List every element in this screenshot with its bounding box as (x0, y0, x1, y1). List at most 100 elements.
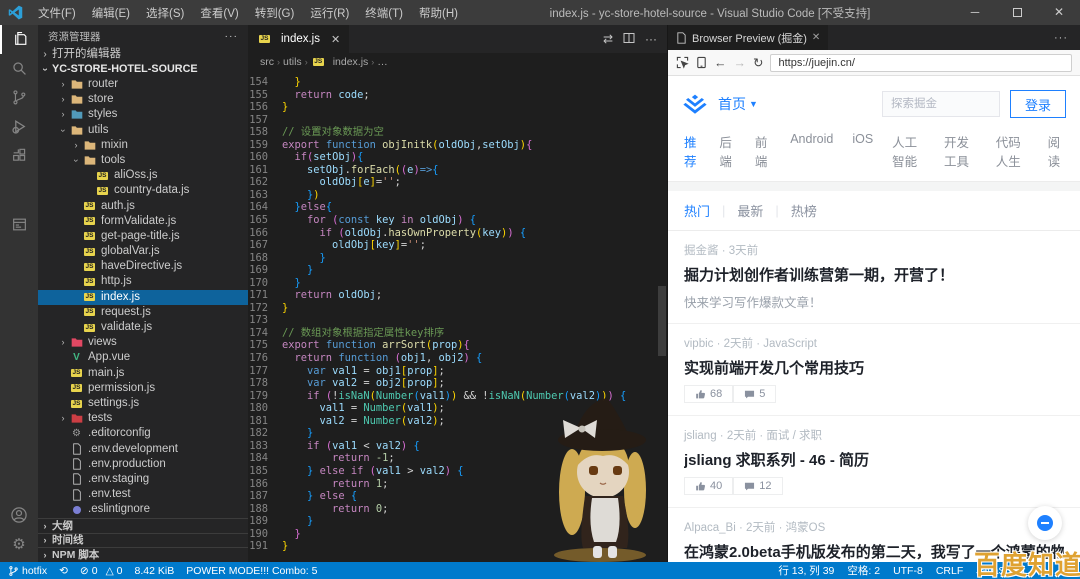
run-debug-icon[interactable] (0, 112, 38, 141)
search-icon[interactable] (0, 54, 38, 83)
tab-browser-preview[interactable]: Browser Preview (掘金) ✕ (668, 25, 829, 50)
like-button[interactable]: 68 (684, 385, 734, 403)
juejin-feed-tab-0[interactable]: 热门 (684, 201, 722, 220)
tree-item-index-js[interactable]: JS index.js (38, 289, 248, 305)
tree-item-tools[interactable]: › tools (38, 153, 248, 168)
tree-item-country-data-js[interactable]: JS country-data.js (38, 183, 248, 198)
explorer-icon[interactable] (0, 25, 38, 54)
comment-button[interactable]: 5 (733, 385, 777, 403)
tree-item-store[interactable]: › store (38, 92, 248, 107)
open-editors-section[interactable]: › 打开的编辑器 (38, 47, 248, 62)
device-toggle-icon[interactable] (696, 56, 707, 69)
tree-item-App-vue[interactable]: V App.vue (38, 350, 248, 365)
juejin-feed-tab-1[interactable]: 最新 (725, 201, 775, 220)
juejin-nav-0[interactable]: 推荐 (684, 132, 700, 170)
juejin-nav-6[interactable]: 开发工具 (944, 132, 977, 170)
juejin-nav-8[interactable]: 阅读 (1048, 132, 1064, 170)
indentation-indicator[interactable]: 空格: 2 (847, 563, 880, 578)
feed-item-title[interactable]: 实现前端开发几个常用技巧 (684, 357, 1064, 378)
tree-item--env-development[interactable]: .env.development (38, 442, 248, 457)
feed-item-title[interactable]: jsliang 求职系列 - 46 - 简历 (684, 449, 1064, 470)
feed-item-2[interactable]: jsliang · 2天前 · 面试 / 求职 jsliang 求职系列 - 46… (668, 416, 1080, 508)
feed-item-title[interactable]: 掘力计划创作者训练营第一期，开营了！ (684, 264, 1064, 285)
menu-item-4[interactable]: 转到(G) (247, 5, 303, 21)
juejin-home-menu[interactable]: 首页 ▼ (718, 94, 758, 114)
forward-icon[interactable]: → (734, 56, 747, 70)
tab-indexjs[interactable]: JS index.js ✕ (248, 25, 351, 53)
split-editor-icon[interactable] (623, 32, 635, 47)
juejin-nav-5[interactable]: 人工智能 (892, 132, 925, 170)
tree-item-validate-js[interactable]: JS validate.js (38, 320, 248, 335)
project-root-folder[interactable]: › YC-STORE-HOTEL-SOURCE (38, 62, 248, 77)
url-input[interactable] (770, 53, 1072, 72)
sidebar-section-0[interactable]: › 大纲 (38, 518, 248, 533)
maximize-button[interactable] (996, 0, 1038, 26)
inspect-element-icon[interactable] (676, 56, 689, 69)
cursor-position-indicator[interactable]: 行 13, 列 39 (778, 563, 834, 578)
menu-item-5[interactable]: 运行(R) (302, 5, 357, 21)
encoding-indicator[interactable]: UTF-8 (893, 565, 923, 577)
power-mode-indicator[interactable]: POWER MODE!!! Combo: 5 (186, 565, 317, 577)
tree-item-styles[interactable]: › styles (38, 107, 248, 122)
tree-item-views[interactable]: › views (38, 335, 248, 350)
menu-item-6[interactable]: 终端(T) (357, 5, 411, 21)
more-actions-icon[interactable]: ··· (645, 32, 657, 46)
tree-item--env-staging[interactable]: .env.staging (38, 472, 248, 487)
tree-item-utils[interactable]: › utils (38, 123, 248, 138)
extensions-icon[interactable] (0, 141, 38, 170)
file-size-indicator[interactable]: 8.42 KiB (135, 565, 175, 577)
sidebar-section-1[interactable]: › 时间线 (38, 532, 248, 548)
tree-item--env-production[interactable]: .env.production (38, 457, 248, 472)
tree-item-main-js[interactable]: JS main.js (38, 366, 248, 381)
comment-button[interactable]: 12 (733, 477, 783, 495)
tree-item-haveDirective-js[interactable]: JS haveDirective.js (38, 259, 248, 274)
explorer-more-actions-icon[interactable]: ··· (225, 30, 239, 42)
tree-item-formValidate-js[interactable]: JS formValidate.js (38, 214, 248, 229)
source-control-icon[interactable] (0, 83, 38, 112)
chat-fab-button[interactable] (1028, 506, 1062, 540)
breadcrumb-item-2[interactable]: index.js (333, 56, 369, 68)
juejin-feed-tab-2[interactable]: 热榜 (779, 201, 829, 220)
sync-indicator[interactable]: ⟲ (59, 565, 68, 577)
panel-more-actions-icon[interactable]: ··· (1054, 25, 1080, 50)
menu-item-0[interactable]: 文件(F) (30, 5, 84, 21)
tree-item-settings-js[interactable]: JS settings.js (38, 396, 248, 411)
like-button[interactable]: 40 (684, 477, 734, 495)
juejin-search-input[interactable] (882, 91, 1000, 117)
tree-item-auth-js[interactable]: JS auth.js (38, 199, 248, 214)
menu-item-2[interactable]: 选择(S) (138, 5, 192, 21)
tree-item--env-test[interactable]: .env.test (38, 487, 248, 502)
tree-item-mixin[interactable]: › mixin (38, 138, 248, 153)
tree-item-tests[interactable]: › tests (38, 411, 248, 426)
close-tab-icon[interactable]: ✕ (331, 33, 340, 46)
feed-item-1[interactable]: vipbic · 2天前 · JavaScript 实现前端开发几个常用技巧 68 5 (668, 324, 1080, 416)
juejin-nav-2[interactable]: 前端 (755, 132, 771, 170)
menu-item-7[interactable]: 帮助(H) (411, 5, 466, 21)
minimize-button[interactable]: ─ (954, 0, 996, 26)
juejin-nav-4[interactable]: iOS (852, 132, 873, 170)
feed-item-0[interactable]: 掘金酱 · 3天前 掘力计划创作者训练营第一期，开营了！ 快来学习写作爆款文章！ (668, 231, 1080, 324)
settings-gear-icon[interactable]: ⚙ (0, 529, 38, 558)
close-button[interactable]: ✕ (1038, 0, 1080, 26)
sidebar-section-2[interactable]: › NPM 脚本 (38, 547, 248, 562)
tree-item-get-page-title-js[interactable]: JS get-page-title.js (38, 229, 248, 244)
tree-item-globalVar-js[interactable]: JS globalVar.js (38, 244, 248, 259)
back-icon[interactable]: ← (714, 56, 727, 70)
juejin-nav-7[interactable]: 代码人生 (996, 132, 1029, 170)
breadcrumb-item-3[interactable]: … (377, 56, 388, 68)
breadcrumb-item-0[interactable]: src (260, 56, 274, 68)
problems-indicator[interactable]: ⊘ 0 △ 0 (80, 565, 123, 577)
account-icon[interactable] (0, 500, 38, 529)
open-changes-icon[interactable]: ⇄ (603, 32, 613, 46)
eol-indicator[interactable]: CRLF (936, 565, 963, 577)
breadcrumb-item-1[interactable]: utils (283, 56, 302, 68)
tree-item-http-js[interactable]: JS http.js (38, 274, 248, 289)
juejin-login-button[interactable]: 登录 (1010, 90, 1066, 118)
menu-item-3[interactable]: 查看(V) (192, 5, 246, 21)
tree-item-permission-js[interactable]: JS permission.js (38, 381, 248, 396)
code-editor[interactable]: 154 } 155 return code; 156} 157 158// 设置对象数据… (248, 71, 667, 562)
juejin-nav-3[interactable]: Android (790, 132, 833, 170)
tree-item--eslintignore[interactable]: .eslintignore (38, 502, 248, 517)
tree-item-router[interactable]: › router (38, 77, 248, 92)
git-branch-indicator[interactable]: hotfix (8, 565, 47, 577)
